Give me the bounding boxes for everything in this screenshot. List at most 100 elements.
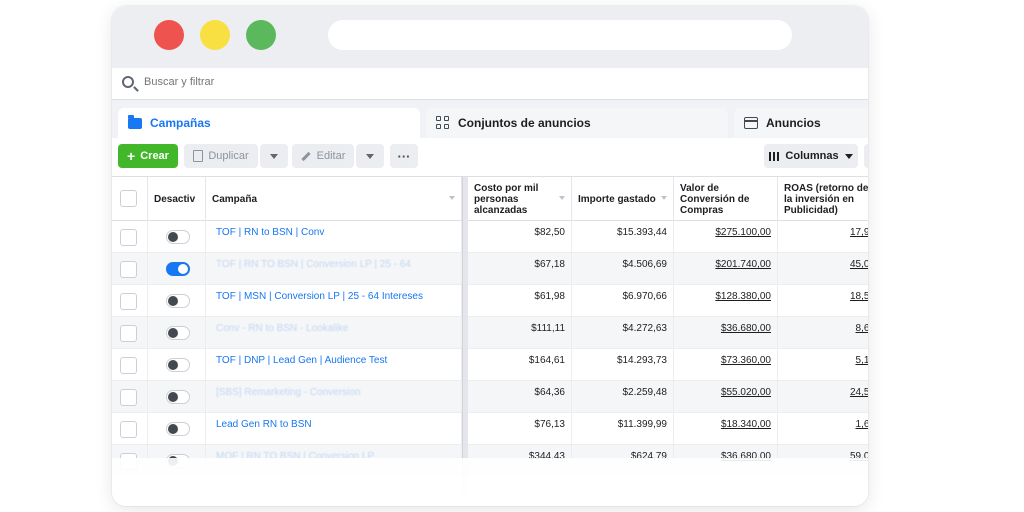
table-row[interactable]: [SBS] Remarketing - Conversion $64,36 $2.2…: [112, 381, 868, 413]
campaign-name-link[interactable]: TOF | RN to BSN | Conv: [206, 221, 462, 253]
chevron-down-icon: [270, 153, 278, 159]
roas-value[interactable]: 5,16: [778, 349, 868, 381]
search-bar: [112, 68, 868, 100]
close-window-button[interactable]: [154, 20, 184, 50]
edit-button[interactable]: Editar: [292, 144, 354, 168]
tab-ads[interactable]: Anuncios: [734, 108, 868, 138]
roas-value[interactable]: 24,50: [778, 381, 868, 413]
conversion-value[interactable]: $36.680,00: [674, 317, 778, 349]
roas-value[interactable]: 1,62: [778, 413, 868, 445]
campaign-toggle[interactable]: [166, 294, 190, 308]
row-checkbox[interactable]: [120, 261, 137, 278]
row-checkbox[interactable]: [120, 293, 137, 310]
select-all-checkbox[interactable]: [120, 190, 137, 207]
header-cpm-label: Costo por mil personas alcanzadas: [474, 182, 539, 216]
campaign-name-link[interactable]: [SBS] Remarketing - Conversion: [206, 381, 462, 413]
maximize-window-button[interactable]: [246, 20, 276, 50]
row-toggle-cell: [148, 221, 206, 253]
header-campaign-label: Campaña: [212, 193, 258, 205]
row-checkbox[interactable]: [120, 325, 137, 342]
table-row[interactable]: TOF | DNP | Lead Gen | Audience Test $164…: [112, 349, 868, 381]
row-checkbox[interactable]: [120, 421, 137, 438]
cpm-value: $61,98: [468, 285, 572, 317]
header-conversion-value[interactable]: Valor de Conversión de Compras: [674, 177, 778, 221]
columns-button[interactable]: Columnas: [764, 144, 858, 168]
campaign-toggle[interactable]: [166, 358, 190, 372]
campaign-name-link[interactable]: TOF | DNP | Lead Gen | Audience Test: [206, 349, 462, 381]
columns-label: Columnas: [785, 150, 839, 162]
conversion-value[interactable]: $55.020,00: [674, 381, 778, 413]
conversion-value[interactable]: $18.340,00: [674, 413, 778, 445]
plus-icon: +: [127, 148, 136, 164]
campaign-toggle[interactable]: [166, 262, 190, 276]
roas-value[interactable]: 18,53: [778, 285, 868, 317]
campaign-toggle[interactable]: [166, 326, 190, 340]
tab-campaigns[interactable]: Campañas: [118, 108, 420, 138]
breakdown-button[interactable]: [864, 144, 868, 168]
ad-icon: [744, 117, 758, 129]
campaigns-table: Desactiv Campaña Costo por mil personas …: [112, 176, 868, 506]
title-bar: [112, 6, 868, 68]
header-cpm[interactable]: Costo por mil personas alcanzadas: [468, 177, 572, 221]
header-roas[interactable]: ROAS (retorno de la inversión en Publici…: [778, 177, 868, 221]
conversion-value[interactable]: $128.380,00: [674, 285, 778, 317]
toggle-knob: [168, 360, 178, 370]
row-toggle-cell: [148, 253, 206, 285]
toggle-knob: [168, 296, 178, 306]
cpm-value: $64,36: [468, 381, 572, 413]
row-checkbox[interactable]: [120, 357, 137, 374]
table-header: Desactiv Campaña Costo por mil personas …: [112, 177, 868, 221]
header-spent[interactable]: Importe gastado: [572, 177, 674, 221]
campaign-toggle[interactable]: [166, 230, 190, 244]
campaign-name-link[interactable]: Conv - RN to BSN - Lookalike: [206, 317, 462, 349]
roas-value[interactable]: 45,03: [778, 253, 868, 285]
cpm-value: $82,50: [468, 221, 572, 253]
address-bar[interactable]: [328, 20, 792, 50]
chevron-down-icon: [366, 153, 374, 159]
conversion-value[interactable]: $73.360,00: [674, 349, 778, 381]
toggle-knob: [168, 328, 178, 338]
roas-value[interactable]: 8,64: [778, 317, 868, 349]
pencil-icon: [301, 151, 311, 161]
tab-ad-sets[interactable]: Conjuntos de anuncios: [426, 108, 728, 138]
campaign-toggle[interactable]: [166, 422, 190, 436]
campaign-name-link[interactable]: TOF | MSN | Conversion LP | 25 - 64 Inte…: [206, 285, 462, 317]
header-spent-label: Importe gastado: [578, 193, 656, 205]
conversion-value[interactable]: $201.740,00: [674, 253, 778, 285]
more-options-button[interactable]: ···: [390, 144, 418, 168]
edit-label: Editar: [316, 150, 346, 162]
search-input[interactable]: [144, 76, 444, 88]
header-conversion-label: Valor de Conversión de Compras: [680, 182, 750, 216]
create-button[interactable]: + Crear: [118, 144, 178, 168]
row-checkbox-cell: [112, 285, 148, 317]
duplicate-dropdown-button[interactable]: [260, 144, 288, 168]
row-checkbox-cell: [112, 349, 148, 381]
spent-value: $4.272,63: [572, 317, 674, 349]
header-toggle[interactable]: Desactiv: [148, 177, 206, 221]
table-row[interactable]: TOF | MSN | Conversion LP | 25 - 64 Inte…: [112, 285, 868, 317]
row-checkbox[interactable]: [120, 229, 137, 246]
campaign-name-link[interactable]: Lead Gen RN to BSN: [206, 413, 462, 445]
row-toggle-cell: [148, 413, 206, 445]
duplicate-button[interactable]: Duplicar: [184, 144, 258, 168]
toggle-knob: [168, 424, 178, 434]
conversion-value[interactable]: $275.100,00: [674, 221, 778, 253]
cpm-value: $76,13: [468, 413, 572, 445]
row-checkbox[interactable]: [120, 389, 137, 406]
spent-value: $6.970,66: [572, 285, 674, 317]
minimize-window-button[interactable]: [200, 20, 230, 50]
roas-value[interactable]: 17,98: [778, 221, 868, 253]
tab-ad-sets-label: Conjuntos de anuncios: [458, 116, 591, 130]
header-campaign[interactable]: Campaña: [206, 177, 462, 221]
table-row[interactable]: TOF | RN TO BSN | Conversion LP | 25 - 6…: [112, 253, 868, 285]
header-roas-label: ROAS (retorno de la inversión en Publici…: [784, 182, 868, 216]
sort-icon: [559, 196, 565, 200]
edit-dropdown-button[interactable]: [356, 144, 384, 168]
sort-icon: [661, 196, 667, 200]
campaign-toggle[interactable]: [166, 390, 190, 404]
row-toggle-cell: [148, 349, 206, 381]
table-row[interactable]: Lead Gen RN to BSN $76,13 $11.399,99 $18.34…: [112, 413, 868, 445]
table-row[interactable]: TOF | RN to BSN | Conv $82,50 $15.393,44 $2…: [112, 221, 868, 253]
campaign-name-link[interactable]: TOF | RN TO BSN | Conversion LP | 25 - 6…: [206, 253, 462, 285]
table-row[interactable]: Conv - RN to BSN - Lookalike $111,11 $4.27…: [112, 317, 868, 349]
